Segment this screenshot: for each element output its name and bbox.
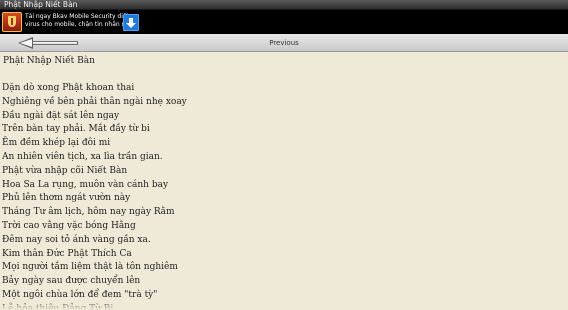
- poem-line: Đêm nay soi tỏ ánh vàng gần xa.: [2, 234, 151, 245]
- poem-line: Dặn dò xong Phật khoan thai: [2, 83, 135, 93]
- poem-line: An nhiên viên tịch, xa lìa trần gian.: [2, 151, 163, 162]
- poem-line: Hoa Sa La rụng, muôn vàn cánh bay: [2, 179, 169, 190]
- poem-line: Nghiêng về bên phải thân ngài nhẹ xoay: [2, 96, 187, 107]
- poem-line: Phủ lên thơm ngát vườn này: [2, 193, 131, 204]
- ad-text[interactable]: Tải ngay Bkav Mobile Security diệt virus…: [25, 13, 132, 29]
- back-arrow-shaft: [32, 41, 78, 45]
- previous-button[interactable]: Previous: [0, 34, 568, 52]
- poem-line: Đầu ngài đặt sát lên ngay: [2, 110, 120, 121]
- poem-line: Tháng Tư âm lịch, hôm nay ngày Rằm: [2, 207, 175, 218]
- poem-line: Mọi người tắm liệm thật là tôn nghiêm: [2, 262, 178, 273]
- app-window: Phật Nhập Niết Bàn Tải ngay Bkav Mobile …: [0, 0, 568, 310]
- poem-line: Trên bàn tay phải. Mắt đầy từ bi: [2, 124, 150, 135]
- bottom-fade: [0, 300, 568, 310]
- bkav-shield-icon[interactable]: [2, 12, 22, 32]
- poem-title: Phật Nhập Niết Bàn: [3, 56, 95, 66]
- title-bar: Phật Nhập Niết Bàn: [0, 0, 568, 10]
- poem-lines: Dặn dò xong Phật khoan thai Nghiêng về bê…: [2, 82, 542, 310]
- poem-content[interactable]: Phật Nhập Niết Bàn Dặn dò xong Phật khoa…: [0, 53, 568, 310]
- poem-line: Trời cao vằng vặc bóng Hằng: [2, 220, 136, 231]
- ad-banner[interactable]: Tải ngay Bkav Mobile Security diệt virus…: [0, 10, 568, 34]
- poem-line: Kim thân Đức Phật Thích Ca: [2, 248, 132, 259]
- window-title: Phật Nhập Niết Bàn: [4, 0, 78, 9]
- back-arrow-head-inner: [20, 39, 32, 47]
- navigation-bar: Previous: [0, 34, 568, 52]
- poem-line: Bảy ngày sau được chuyển lên: [2, 276, 141, 287]
- ad-line-1: Tải ngay Bkav Mobile Security diệt: [25, 13, 129, 20]
- download-arrow-icon[interactable]: [123, 14, 139, 31]
- ad-line-2: virus cho mobile, chặn tin nhắn rác: [25, 21, 132, 28]
- back-arrow-icon[interactable]: [18, 37, 78, 49]
- poem-line: Phật vừa nhập cõi Niết Bàn: [2, 165, 128, 176]
- poem-line: Êm đềm khép lại đôi mi: [2, 138, 111, 149]
